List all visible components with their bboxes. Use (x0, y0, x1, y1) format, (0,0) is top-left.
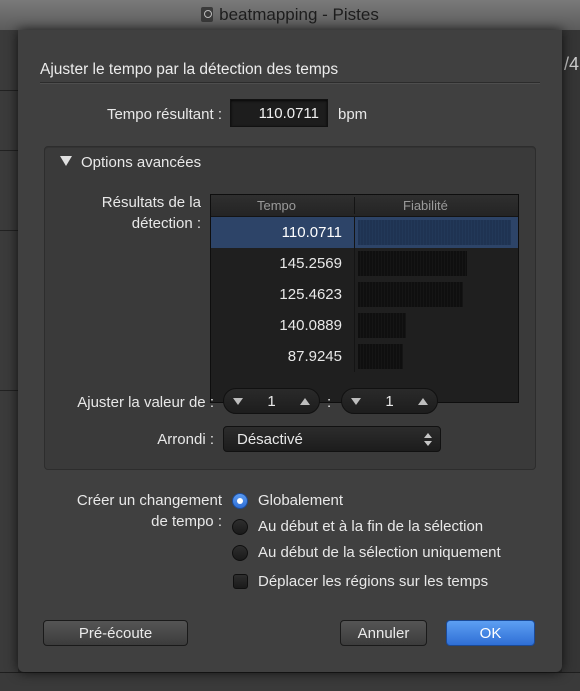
column-header-tempo[interactable]: Tempo (257, 198, 296, 213)
adjust-stepper-b[interactable]: 1 (341, 388, 438, 414)
table-row[interactable]: 125.4623 (211, 279, 518, 310)
results-label: Résultats de la détection : (58, 192, 201, 234)
column-divider (354, 279, 355, 310)
radio-start-selection-only[interactable] (232, 545, 248, 561)
row-tempo-value: 110.0711 (281, 224, 342, 241)
table-row[interactable]: 140.0889 (211, 310, 518, 341)
results-label-line2: détection : (131, 215, 201, 232)
row-tempo-value: 140.0889 (279, 317, 342, 334)
stepper-down-icon[interactable] (351, 398, 361, 405)
create-change-label-line2: de tempo : (151, 513, 222, 530)
column-divider (354, 248, 355, 279)
create-change-label-line1: Créer un changement (76, 492, 222, 509)
reliability-bar (358, 220, 511, 245)
ratio-separator: : (327, 394, 332, 411)
reliability-bar (358, 313, 406, 338)
reliability-bar (358, 344, 403, 369)
adjust-value-label: Ajuster la valeur de : (77, 394, 214, 411)
rounding-label: Arrondi : (157, 431, 214, 448)
reliability-bar (358, 282, 463, 307)
move-regions-label[interactable]: Déplacer les régions sur les temps (258, 573, 488, 590)
column-divider (354, 310, 355, 341)
column-divider (354, 217, 355, 248)
cancel-button[interactable]: Annuler (340, 620, 427, 646)
background-divider (0, 230, 18, 231)
preview-button[interactable]: Pré-écoute (43, 620, 188, 646)
move-regions-checkbox[interactable] (233, 574, 248, 589)
rounding-popup[interactable]: Désactivé (223, 426, 441, 452)
window-titlebar: beatmapping - Pistes (0, 0, 580, 31)
tempo-dialog: Ajuster le tempo par la détection des te… (18, 30, 562, 672)
row-tempo-value: 125.4623 (279, 286, 342, 303)
background-digits: /4 (564, 54, 580, 74)
disclosure-triangle-icon[interactable] (60, 156, 72, 166)
resulting-tempo-label: Tempo résultant : (106, 106, 222, 123)
table-row[interactable]: 110.0711 (211, 217, 518, 248)
adjust-stepper-a[interactable]: 1 (223, 388, 320, 414)
results-label-line1: Résultats de la (101, 194, 201, 211)
background-divider (0, 150, 18, 151)
dialog-title: Ajuster le tempo par la détection des te… (40, 61, 339, 78)
advanced-options-label[interactable]: Options avancées (81, 154, 201, 171)
window-title-wrap: beatmapping - Pistes (0, 5, 580, 25)
document-icon (201, 7, 214, 22)
radio-globally[interactable] (232, 493, 248, 509)
radio-start-selection-only-label[interactable]: Au début de la sélection uniquement (258, 544, 501, 561)
stepper-down-icon[interactable] (233, 398, 243, 405)
popup-arrows-icon (424, 433, 432, 447)
table-header: Tempo Fiabilité (211, 195, 518, 217)
radio-globally-label[interactable]: Globalement (258, 492, 343, 509)
stepper-up-icon[interactable] (418, 398, 428, 405)
tempo-unit-label: bpm (338, 106, 368, 123)
background-right-panel: /4 (562, 30, 580, 690)
rounding-value: Désactivé (237, 431, 303, 448)
resulting-tempo-field[interactable]: 110.0711 (230, 99, 328, 127)
radio-start-end-selection-label[interactable]: Au début et à la fin de la sélection (258, 518, 483, 535)
background-divider (0, 90, 18, 91)
table-row[interactable]: 145.2569 (211, 248, 518, 279)
table-row[interactable]: 87.9245 (211, 341, 518, 372)
background-divider (0, 390, 18, 391)
adjust-value-b[interactable]: 1 (366, 393, 413, 410)
column-divider (354, 197, 355, 214)
stepper-up-icon[interactable] (300, 398, 310, 405)
background-left-panel (0, 30, 18, 690)
adjust-value-a[interactable]: 1 (248, 393, 295, 410)
column-header-reliability[interactable]: Fiabilité (403, 198, 448, 213)
create-change-label: Créer un changement de tempo : (38, 490, 222, 532)
ok-button[interactable]: OK (446, 620, 535, 646)
background-bottom-strip (0, 672, 580, 691)
window-title: beatmapping - Pistes (219, 5, 379, 24)
dialog-separator (40, 82, 540, 83)
reliability-bar (358, 251, 467, 276)
radio-start-end-selection[interactable] (232, 519, 248, 535)
row-tempo-value: 87.9245 (287, 348, 342, 365)
detection-results-table[interactable]: Tempo Fiabilité 110.0711 145.2569 125.4623… (210, 194, 519, 403)
row-tempo-value: 145.2569 (279, 255, 342, 272)
column-divider (354, 341, 355, 372)
